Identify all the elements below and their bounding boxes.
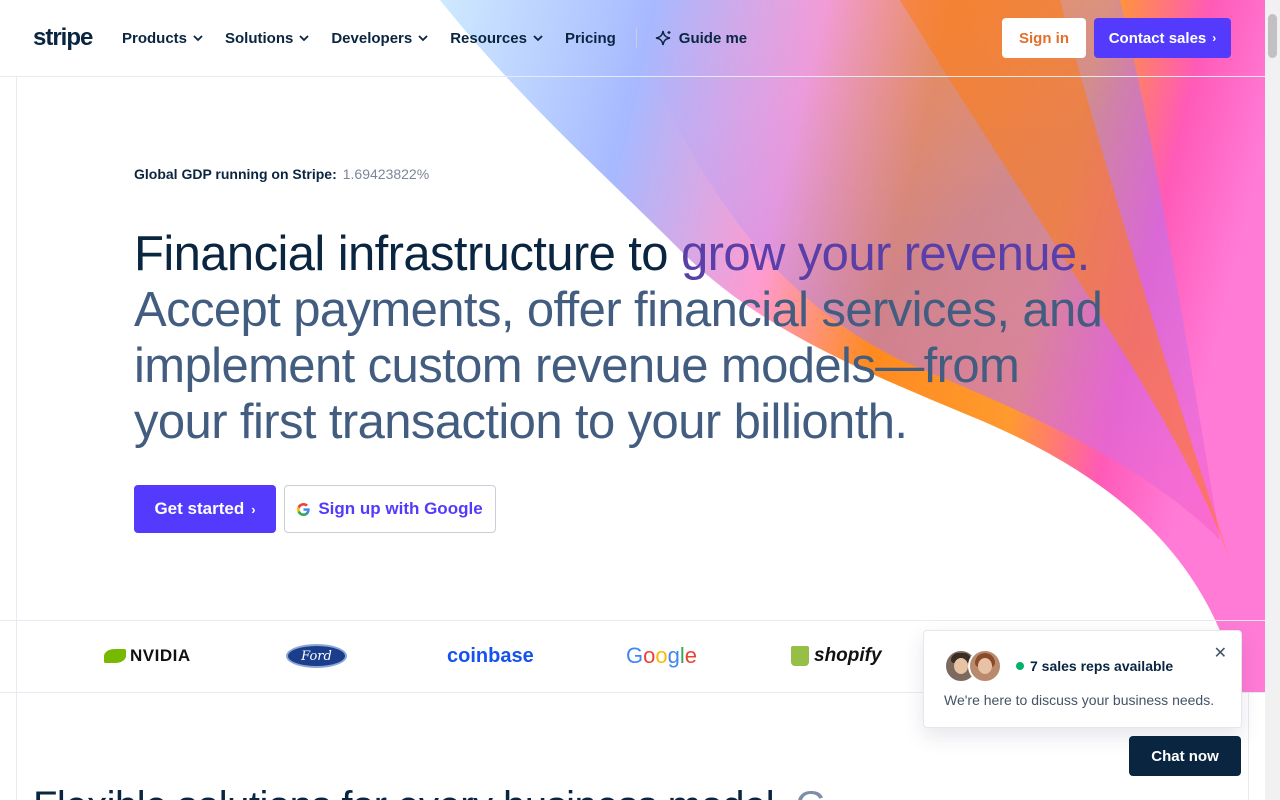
nav-solutions[interactable]: Solutions [225,30,309,47]
chat-message: We're here to discuss your business need… [944,692,1215,708]
shopify-logo: shopify [791,640,882,672]
page-scrollbar[interactable] [1265,0,1280,800]
coinbase-logo-text: coinbase [447,644,534,667]
site-header: stripe Products Solutions Developers Res… [0,0,1265,76]
ford-logo: Ford [286,640,347,672]
reps-available: 7 sales reps available [1016,658,1173,674]
hero-title-rest: Accept payments, offer financial service… [134,283,1103,449]
nav-products-label: Products [122,29,188,47]
google-g-icon [297,502,311,516]
chevron-down-icon [299,34,309,42]
google-signup-button[interactable]: Sign up with Google [284,485,496,533]
chevron-down-icon [193,34,203,42]
nav-resources[interactable]: Resources [450,30,543,47]
gdp-label: Global GDP running on Stripe: [134,166,337,182]
contact-sales-label: Contact sales [1108,29,1207,47]
close-icon[interactable]: ✕ [1214,643,1227,663]
shopify-bag-icon [791,646,809,666]
chat-now-button[interactable]: Chat now [1129,736,1241,776]
stripe-logo[interactable]: stripe [33,24,93,52]
guide-me-label: Guide me [678,29,748,47]
next-section-title: Flexible solutions for every business mo… [33,784,826,800]
ford-logo-text: Ford [286,644,347,668]
sign-in-button[interactable]: Sign in [1002,18,1086,58]
chevron-right-icon: › [251,501,256,517]
google-logo: Google [626,643,698,668]
nav-solutions-label: Solutions [225,29,294,47]
avatar [968,649,1002,683]
nvidia-eye-icon [104,649,126,663]
next-section-title-accent: G [795,784,826,800]
chevron-down-icon [533,34,543,42]
nav-pricing[interactable]: Pricing [565,30,616,47]
nvidia-logo-text: NVIDIA [130,646,191,665]
nav-pricing-label: Pricing [564,29,616,47]
nav-resources-label: Resources [450,29,527,47]
gdp-counter: Global GDP running on Stripe: 1.69423822… [134,166,429,182]
guide-me-button[interactable]: Guide me [655,30,747,47]
next-section-title-text: Flexible solutions for every business mo… [33,784,795,800]
hero-title-accent: grow your revenue. [680,227,1090,281]
right-frame-line [1248,693,1249,800]
header-divider [0,76,1265,77]
nav-developers[interactable]: Developers [331,30,428,47]
reps-available-text: 7 sales reps available [1030,658,1174,674]
online-status-dot [1016,662,1024,670]
sales-rep-avatars [944,649,1004,683]
nav-divider [635,28,637,48]
hero-title-dark: Financial infrastructure to [134,227,681,281]
chevron-down-icon [418,34,428,42]
sparkle-icon [655,30,672,47]
nav-products[interactable]: Products [122,30,203,47]
scrollbar-thumb[interactable] [1268,14,1277,58]
get-started-label: Get started [154,499,245,518]
nvidia-logo: NVIDIA [104,640,191,672]
nav-developers-label: Developers [331,29,413,47]
coinbase-logo: coinbase [447,640,534,672]
shopify-logo-text: shopify [814,645,882,666]
hero-title: Financial infrastructure to grow your re… [134,226,1114,450]
chat-now-label: Chat now [1151,747,1219,765]
contact-sales-button[interactable]: Contact sales › [1094,18,1231,58]
chevron-right-icon: › [1212,31,1217,45]
google-signup-label: Sign up with Google [318,499,483,518]
get-started-button[interactable]: Get started › [134,485,276,533]
gdp-value: 1.69423822% [342,166,430,182]
sign-in-label: Sign in [1019,29,1069,47]
chat-popup: 7 sales reps available ✕ We're here to d… [923,630,1242,728]
main-nav: Products Solutions Developers Resources … [122,28,769,48]
